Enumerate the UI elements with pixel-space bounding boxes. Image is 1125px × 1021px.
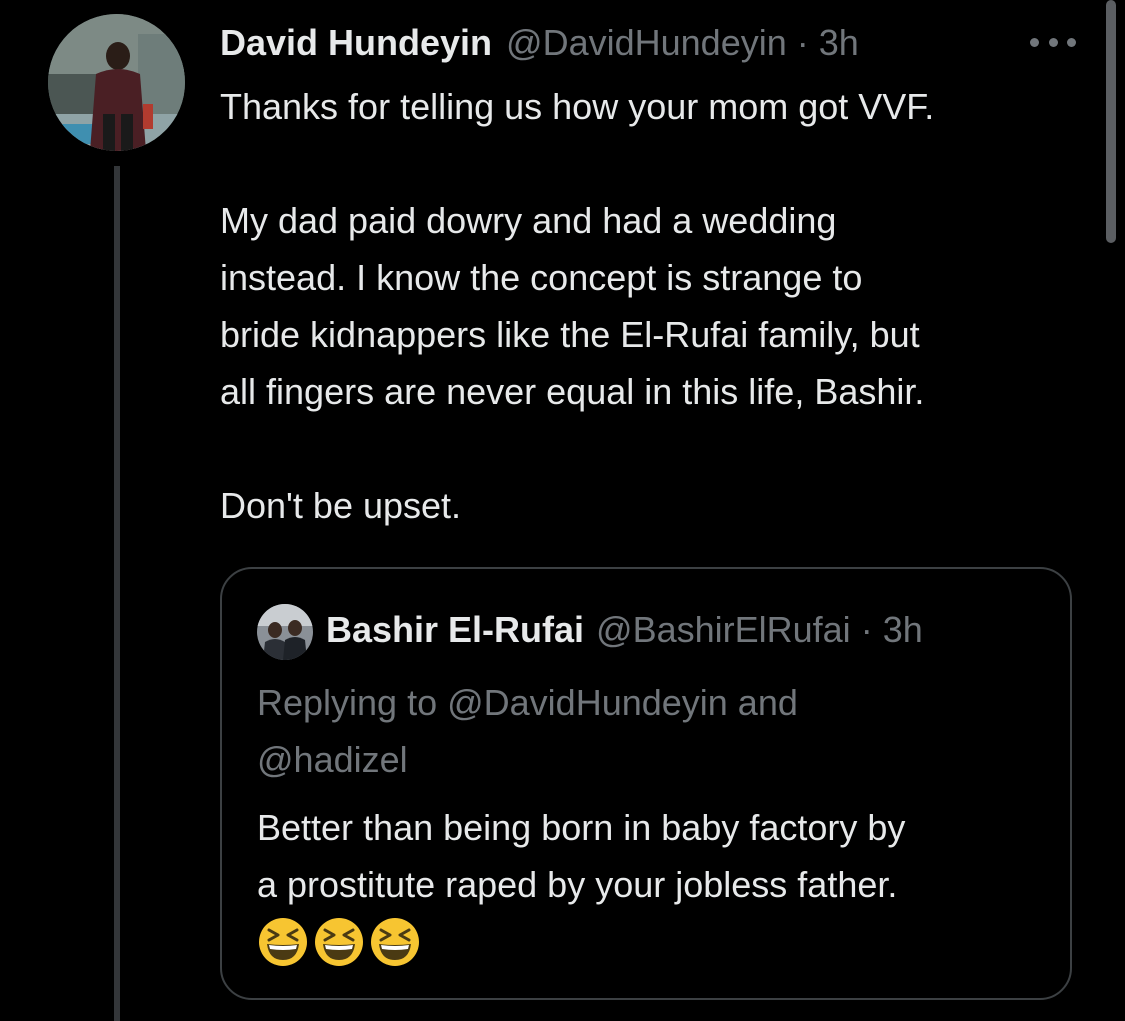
separator-dot: ·	[796, 22, 809, 63]
tweet[interactable]: David Hundeyin @DavidHundeyin · 3h Thank…	[0, 0, 1125, 1021]
author-name[interactable]: David Hundeyin	[220, 22, 492, 64]
quoted-author-handle[interactable]: @BashirElRufai	[596, 609, 851, 651]
more-options-icon[interactable]	[1030, 34, 1076, 50]
quoted-author-name[interactable]: Bashir El-Rufai	[326, 609, 584, 651]
grinning-squinting-face-icon	[259, 918, 307, 966]
thread-line	[114, 166, 120, 1021]
grinning-squinting-face-icon	[371, 918, 419, 966]
separator-dot: ·	[860, 609, 873, 650]
quoted-tweet[interactable]: Bashir El-Rufai @BashirElRufai · 3h Repl…	[220, 567, 1072, 1000]
grinning-squinting-face-icon	[315, 918, 363, 966]
replying-to-line[interactable]: Replying to @DavidHundeyin and	[257, 674, 1037, 731]
avatar-photo	[48, 14, 185, 151]
tweet-text-line: instead. I know the concept is strange t…	[220, 257, 863, 298]
tweet-header: David Hundeyin @DavidHundeyin · 3h	[220, 18, 859, 68]
tweet-text-line: bride kidnappers like the El-Rufai famil…	[220, 314, 920, 355]
scrollbar[interactable]	[1106, 0, 1116, 243]
tweet-text-line: Don't be upset.	[220, 485, 462, 526]
quoted-tweet-header: Bashir El-Rufai @BashirElRufai · 3h	[326, 605, 923, 655]
quoted-avatar-photo	[257, 604, 313, 660]
dot-icon	[1048, 37, 1058, 47]
replying-to: Replying to @DavidHundeyin and @hadizel	[257, 674, 1037, 788]
quoted-text-line: Better than being born in baby factory b…	[257, 807, 906, 848]
quoted-tweet-text: Better than being born in baby factory b…	[257, 799, 1057, 913]
emoji-row	[257, 916, 421, 972]
tweet-text-line: My dad paid dowry and had a wedding	[220, 200, 837, 241]
author-handle[interactable]: @DavidHundeyin	[506, 22, 787, 64]
dot-icon	[1067, 37, 1076, 47]
tweet-text-line: Thanks for telling us how your mom got V…	[220, 86, 935, 127]
quoted-tweet-timestamp[interactable]: 3h	[883, 609, 923, 651]
dot-icon	[1030, 37, 1039, 47]
tweet-text-line: all fingers are never equal in this life…	[220, 371, 925, 412]
replying-to-line[interactable]: @hadizel	[257, 731, 1037, 788]
tweet-timestamp[interactable]: 3h	[819, 22, 859, 64]
quoted-author-avatar[interactable]	[257, 604, 313, 660]
author-avatar[interactable]	[48, 14, 185, 151]
tweet-text: Thanks for telling us how your mom got V…	[220, 78, 1080, 534]
quoted-text-line: a prostitute raped by your jobless fathe…	[257, 864, 898, 905]
